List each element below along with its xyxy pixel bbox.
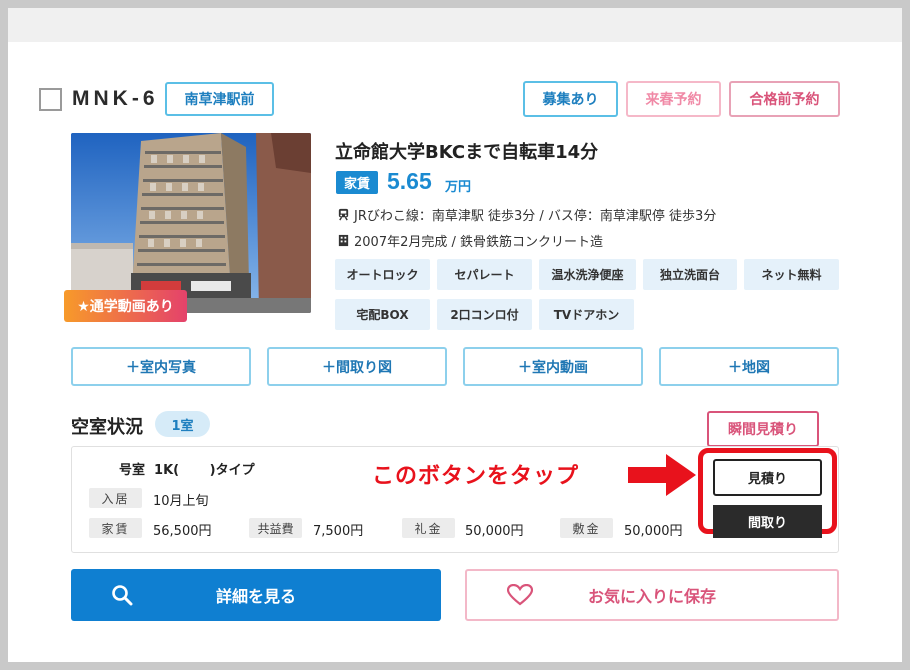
search-icon [112,585,133,606]
property-code: MNK-6 [72,87,159,110]
floorplan-button[interactable]: ＋間取り図 [267,347,447,386]
rent-unit: 万円 [445,180,472,195]
feature-tag: 独立洗面台 [643,259,737,290]
detail-button[interactable]: 詳細を見る [71,569,441,621]
feature-tag: 2口コンロ付 [437,299,532,330]
access-text: JRびわこ線：南草津駅 徒歩3分 / バス停：南草津駅停 徒歩3分 [354,209,717,224]
built-line: 2007年2月完成 / 鉄骨鉄筋コンクリート造 [337,231,603,250]
property-title: 立命館大学BKCまで自転車14分 [335,142,599,163]
favorite-button[interactable]: お気に入りに保存 [465,569,839,621]
room-rent-value: 56,500円 [153,524,212,539]
deposit-value: 50,000円 [624,524,683,539]
feature-tag: 温水洗浄便座 [539,259,636,290]
move-in-label: 入居 [89,488,142,508]
building-icon [338,234,349,247]
key-money-label: 礼金 [402,518,455,538]
map-button[interactable]: ＋地図 [659,347,839,386]
detail-button-label: 詳細を見る [215,587,296,606]
train-icon [338,208,349,221]
tap-callout: このボタンをタップ [372,464,580,489]
feature-tag: TVドアホン [539,299,634,330]
rent-value: 5.65 [387,168,432,194]
room-photos-button[interactable]: ＋室内写真 [71,347,251,386]
room-rent-label: 家賃 [89,518,142,538]
status-tag-recruiting: 募集あり [523,81,618,117]
built-text: 2007年2月完成 / 鉄骨鉄筋コンクリート造 [354,235,603,250]
common-fee-value: 7,500円 [313,524,364,539]
station-tag[interactable]: 南草津駅前 [165,82,274,116]
common-fee-label: 共益費 [249,518,302,538]
building-image [71,133,311,313]
feature-tag: ネット無料 [744,259,839,290]
access-line: JRびわこ線：南草津駅 徒歩3分 / バス停：南草津駅停 徒歩3分 [337,205,716,224]
top-bar [8,8,902,42]
rent-label: 家賃 [336,171,378,194]
vacancy-title: 空室状況 [71,417,143,438]
room-floorplan-button[interactable]: 間取り [713,505,822,538]
property-photo[interactable] [71,133,311,313]
vacancy-count-badge: 1室 [155,411,210,437]
feature-tag: 宅配BOX [335,299,430,330]
key-money-value: 50,000円 [465,524,524,539]
deposit-label: 敷金 [560,518,613,538]
room-video-button[interactable]: ＋室内動画 [463,347,643,386]
heart-icon [507,584,533,606]
feature-tag: セパレート [437,259,532,290]
status-tag-spring-reservation: 来春予約 [626,81,721,117]
select-checkbox[interactable] [39,88,62,111]
commute-video-badge[interactable]: ★通学動画あり [64,290,187,322]
quote-button[interactable]: 見積り [713,459,822,496]
favorite-button-label: お気に入りに保存 [587,587,716,606]
room-type: 号室 1K( )タイプ [119,463,255,478]
status-tag-pre-exam-reservation: 合格前予約 [729,81,840,117]
instant-quote-button[interactable]: 瞬間見積り [707,411,819,453]
arrow-right-icon [628,454,696,496]
feature-tag: オートロック [335,259,430,290]
move-in-value: 10月上旬 [153,494,209,509]
